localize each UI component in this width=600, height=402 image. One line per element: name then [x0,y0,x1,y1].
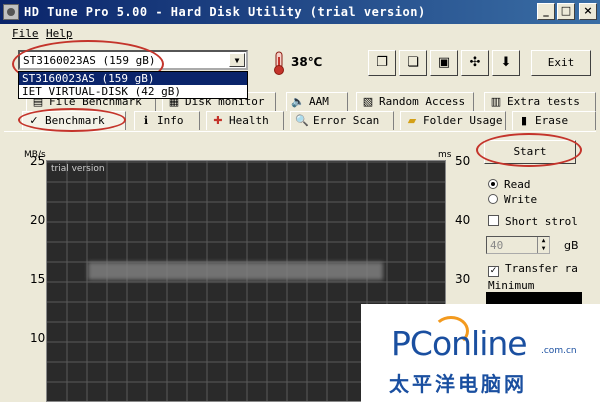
trial-watermark: trial version [51,164,105,174]
tab-error-scan[interactable]: 🔍 Error Scan [290,111,394,130]
extra-tests-icon: ▥ [490,95,502,108]
read-radio[interactable]: Read [488,178,531,191]
floppy-icon: ▣ [437,55,451,70]
error-scan-icon: 🔍 [295,114,309,127]
download-button[interactable]: ⬇ [492,50,520,76]
right-tick: 50 [455,154,471,168]
arrow-down-icon: ⬇ [500,55,512,70]
write-radio[interactable]: Write [488,193,537,206]
right-tick: 30 [455,272,471,286]
right-tick: 40 [455,213,471,227]
blurred-overlay [88,262,383,280]
left-tick: 25 [30,154,46,168]
maximize-button[interactable]: □ [557,3,575,20]
logo-chinese: 太平洋电脑网 [389,372,527,396]
tab-random-access[interactable]: ▧ Random Access [356,92,474,111]
radio-dot [488,194,498,204]
tab-info[interactable]: ℹ Info [134,111,200,130]
pconline-logo: PConline .com.cn 太平洋电脑网 [361,304,600,402]
minimum-label: Minimum [488,279,535,292]
copy-icon: ❐ [376,55,388,70]
checkmark-icon: ✓ [488,266,499,277]
logo-domain: .com.cn [541,346,577,356]
copy-all-button[interactable]: ❏ [399,50,427,76]
start-button[interactable]: Start [484,140,576,164]
random-access-icon: ▧ [362,95,374,108]
app-disk-icon [3,4,19,20]
health-icon: ✚ [213,114,223,127]
exit-button[interactable]: Exit [531,50,591,76]
menu-help[interactable]: Help [46,27,73,40]
drive-select[interactable]: ST3160023AS (159 gB) ▼ [18,50,248,70]
short-stroke-checkbox[interactable]: Short strol [488,215,578,228]
tab-benchmark[interactable]: ✓ Benchmark [22,111,126,130]
short-stroke-stepper[interactable]: 40 ▲ ▼ [486,236,550,254]
copy-button[interactable]: ❐ [368,50,396,76]
speaker-icon: 🔈 [291,95,305,108]
options-icon: ✣ [469,55,481,70]
chevron-down-icon[interactable]: ▼ [229,53,245,67]
tab-erase[interactable]: ▮ Erase [512,111,596,130]
erase-icon: ▮ [520,114,528,127]
thermometer-icon [274,51,284,75]
drive-select-value: ST3160023AS (159 gB) [23,54,156,67]
logo-brand: PConline [391,324,528,363]
tab-folder-usage[interactable]: ▰ Folder Usage [400,111,506,130]
checkbox-box [488,215,499,226]
options-button[interactable]: ✣ [461,50,489,76]
drive-option[interactable]: ST3160023AS (159 gB) [19,72,247,85]
menu-file[interactable]: File [12,27,39,40]
minimize-button[interactable]: _ [537,3,555,20]
drive-dropdown-list[interactable]: ST3160023AS (159 gB) IET VIRTUAL-DISK (4… [18,71,248,99]
folder-icon: ▰ [407,114,417,127]
left-tick: 20 [30,213,46,227]
tab-health[interactable]: ✚ Health [206,111,284,130]
minimum-value-box [486,292,582,304]
title-bar[interactable]: HD Tune Pro 5.00 - Hard Disk Utility (tr… [0,0,600,24]
transfer-rate-checkbox[interactable]: ✓ Transfer ra [488,262,578,277]
temperature-readout: 38℃ [291,55,323,69]
drive-option[interactable]: IET VIRTUAL-DISK (42 gB) [19,85,247,98]
info-icon: ℹ [143,114,149,127]
spinner-arrows-icon[interactable]: ▲ ▼ [537,237,549,253]
left-tick: 10 [30,331,46,345]
window-title: HD Tune Pro 5.00 - Hard Disk Utility (tr… [24,5,426,19]
close-button[interactable]: × [579,3,597,20]
menu-bar: File Help [0,24,600,44]
copy-all-icon: ❏ [407,55,419,70]
left-tick: 15 [30,272,46,286]
save-button[interactable]: ▣ [430,50,458,76]
y-right-unit: ms [438,150,452,160]
benchmark-icon: ✓ [29,114,39,127]
tab-aam[interactable]: 🔈 AAM [286,92,348,111]
radio-dot [488,179,498,189]
tab-extra-tests[interactable]: ▥ Extra tests [484,92,596,111]
short-stroke-value: 40 [490,239,504,252]
short-stroke-unit: gB [564,239,579,252]
